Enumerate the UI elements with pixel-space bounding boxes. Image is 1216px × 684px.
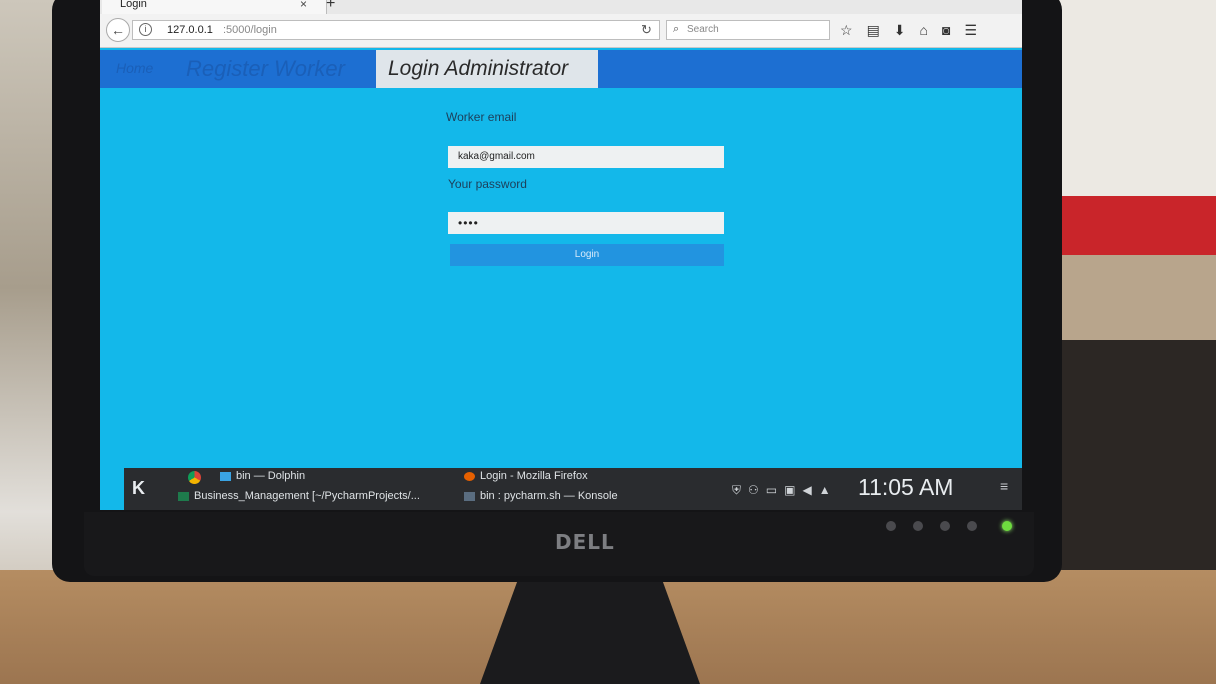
back-button[interactable]: ←	[106, 18, 130, 42]
browser-tab-bar: Login × +	[100, 0, 1022, 14]
tab-title: Login	[120, 0, 147, 10]
nav-register-worker-link[interactable]: Register Worker	[186, 56, 345, 82]
url-host: 127.0.0.1	[167, 24, 213, 36]
system-tray: ⛨ ⚇ ▭ ▣ ◀ ▲	[732, 483, 831, 498]
task-label: bin : pycharm.sh — Konsole	[480, 490, 618, 502]
monitor-button[interactable]	[967, 521, 977, 531]
task-label: bin — Dolphin	[236, 470, 306, 482]
menu-icon[interactable]: ☰	[964, 22, 977, 39]
volume-icon[interactable]: ◀	[802, 483, 811, 498]
clock[interactable]: 11:05 AM	[858, 474, 953, 501]
monitor-button[interactable]	[913, 521, 923, 531]
search-placeholder: Search	[687, 24, 719, 35]
password-label: Your password	[448, 177, 527, 191]
shield-icon[interactable]: ⛨	[732, 483, 741, 498]
email-field[interactable]: kaka@gmail.com	[448, 146, 724, 168]
folder-icon	[220, 471, 231, 481]
taskbar: K bin — Dolphin Business_Management [~/P…	[124, 468, 1022, 510]
task-konsole[interactable]: bin : pycharm.sh — Konsole	[464, 490, 618, 502]
monitor-screen: Login × + ← i 127.0.0.1 :5000/login ↻ ⌕ …	[100, 0, 1022, 510]
kde-launcher-icon[interactable]: K	[132, 478, 145, 499]
download-icon[interactable]: ⬇	[894, 22, 906, 39]
task-label: Business_Management [~/PycharmProjects/.…	[194, 490, 420, 502]
login-button[interactable]: Login	[450, 244, 724, 266]
bookmark-star-icon[interactable]: ☆	[840, 22, 853, 39]
monitor-button[interactable]	[940, 521, 950, 531]
home-icon[interactable]: ⌂	[920, 22, 928, 39]
task-label: Login - Mozilla Firefox	[480, 470, 588, 482]
side-desk	[1050, 255, 1216, 340]
browser-toolbar: ☆ ▤ ⬇ ⌂ ◙ ☰	[840, 22, 977, 39]
nav-home-link[interactable]: Home	[116, 60, 153, 76]
task-dolphin[interactable]: bin — Dolphin	[220, 470, 305, 482]
reload-icon[interactable]: ↻	[641, 22, 652, 38]
power-led[interactable]	[1002, 521, 1012, 531]
pycharm-icon	[178, 491, 189, 501]
browser-tab[interactable]: Login ×	[102, 0, 327, 14]
arrow-left-icon: ←	[111, 22, 125, 38]
clipboard-icon[interactable]: ▣	[784, 483, 795, 498]
close-tab-icon[interactable]: ×	[300, 0, 307, 11]
url-bar[interactable]: i 127.0.0.1 :5000/login ↻	[132, 20, 660, 40]
nav-login-administrator-tab[interactable]: Login Administrator	[376, 50, 598, 88]
panel-menu-icon[interactable]: ≡	[1000, 478, 1008, 494]
dark-shelf	[1040, 340, 1216, 570]
pocket-icon[interactable]: ◙	[942, 22, 950, 39]
monitor-button[interactable]	[886, 521, 896, 531]
display-icon[interactable]: ▭	[766, 483, 777, 498]
new-tab-button[interactable]: +	[326, 0, 335, 13]
reading-list-icon[interactable]: ▤	[867, 22, 880, 39]
chrome-icon[interactable]	[188, 471, 201, 484]
firefox-icon	[464, 471, 475, 481]
email-label: Worker email	[446, 110, 517, 124]
browser-nav-bar: ← i 127.0.0.1 :5000/login ↻ ⌕ Search ☆ ▤…	[100, 14, 1022, 48]
info-icon[interactable]: i	[139, 23, 152, 36]
red-wall-band	[1052, 196, 1216, 258]
task-pycharm[interactable]: Business_Management [~/PycharmProjects/.…	[178, 490, 420, 502]
terminal-icon	[464, 491, 475, 501]
nav-login-label: Login Administrator	[388, 57, 569, 80]
site-nav-bar: Home Register Worker Login Administrator	[100, 50, 1022, 88]
dell-logo: DELL	[555, 530, 615, 554]
expand-tray-icon[interactable]: ▲	[819, 483, 831, 498]
search-icon: ⌕	[673, 23, 680, 35]
monitor-buttons	[886, 521, 1012, 531]
password-field[interactable]: ••••	[448, 212, 724, 234]
search-input[interactable]: ⌕ Search	[666, 20, 830, 40]
task-firefox[interactable]: Login - Mozilla Firefox	[464, 470, 588, 482]
url-path: :5000/login	[223, 24, 277, 36]
network-icon[interactable]: ⚇	[748, 483, 759, 498]
